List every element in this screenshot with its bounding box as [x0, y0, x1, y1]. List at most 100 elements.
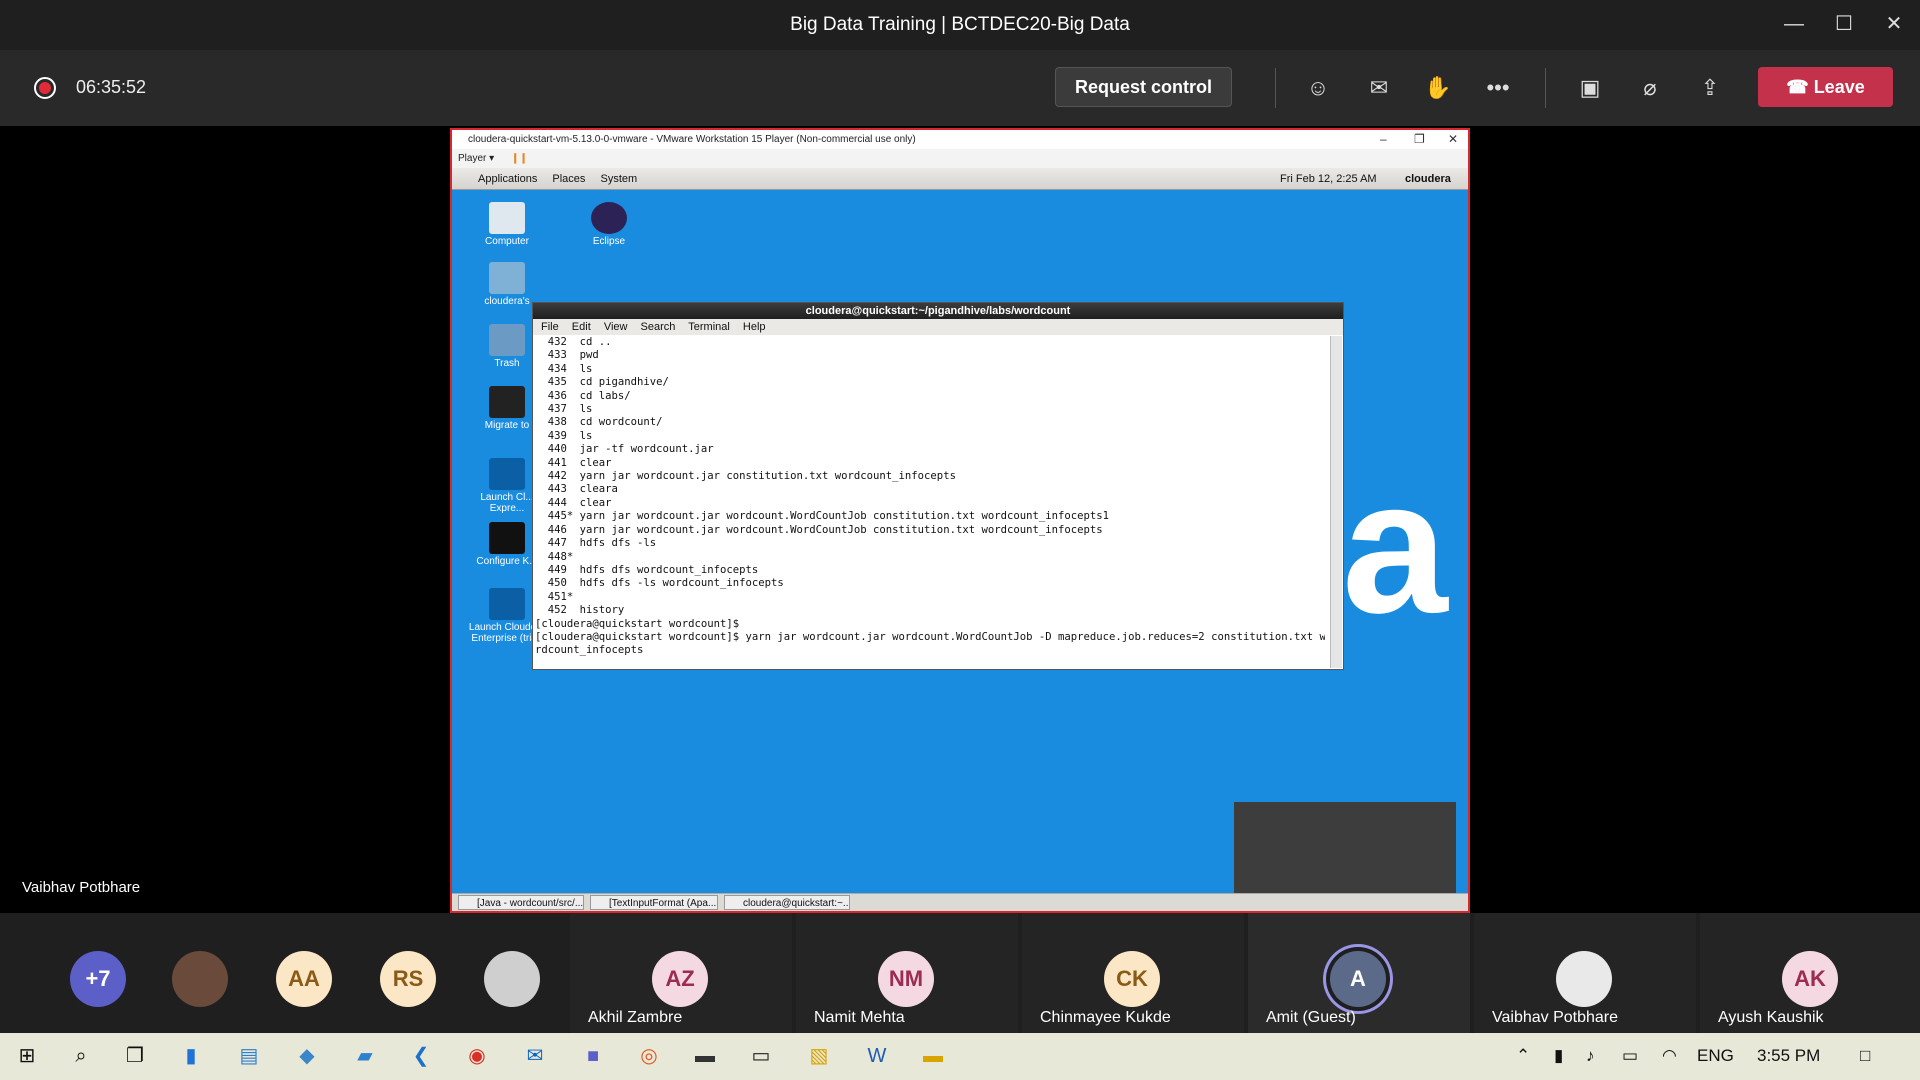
microphone-icon[interactable]: ▮ — [1554, 1046, 1563, 1066]
terminal-scrollbar[interactable] — [1330, 336, 1342, 668]
terminal-menu-help[interactable]: Help — [743, 321, 766, 333]
task-view-icon[interactable]: ❐ — [120, 1042, 150, 1070]
chat-icon[interactable]: ✉ — [1361, 72, 1397, 104]
vscode-icon[interactable]: ❮ — [406, 1042, 436, 1070]
close-icon[interactable]: ✕ — [1874, 8, 1914, 40]
gnome-panel: Applications Places System Fri Feb 12, 2… — [452, 168, 1468, 190]
vm-restore-icon[interactable]: ❐ — [1414, 130, 1425, 149]
terminal-menu-file[interactable]: File — [541, 321, 559, 333]
word-icon[interactable]: W — [862, 1042, 892, 1070]
cloudera-manager-icon — [489, 588, 525, 620]
notification-icon[interactable]: □ — [1860, 1046, 1870, 1066]
cloudera-manager-icon — [489, 458, 525, 490]
battery-icon[interactable]: ▭ — [1622, 1046, 1638, 1066]
avatar — [1556, 951, 1612, 1007]
desktop-icon-label: Launch Cl... Expre... — [480, 492, 534, 514]
desktop-icon-label: Trash — [494, 358, 520, 369]
participant-tile[interactable]: +7 — [68, 913, 128, 1033]
terminal-line: [cloudera@quickstart wordcount]$ — [535, 617, 740, 630]
terminal-menu-search[interactable]: Search — [641, 321, 676, 333]
search-icon[interactable]: ⌕ — [66, 1042, 96, 1070]
chevron-up-icon[interactable]: ⌃ — [1516, 1046, 1530, 1066]
app-icon[interactable]: ▧ — [804, 1042, 834, 1070]
guest-task-java[interactable]: [Java - wordcount/src/... — [458, 895, 584, 910]
eclipse-icon — [591, 202, 627, 234]
participant-tile[interactable]: AA — [274, 913, 334, 1033]
vm-minimize-icon[interactable]: – — [1380, 130, 1387, 149]
outlook-icon[interactable]: ✉ — [520, 1042, 550, 1070]
participant-tile[interactable]: AZ Akhil Zambre — [570, 913, 792, 1033]
lock-icon — [489, 522, 525, 554]
terminal-line: 452 history — [535, 604, 625, 617]
terminal-line: 447 hdfs dfs -ls — [535, 537, 657, 550]
guest-task-terminal[interactable]: cloudera@quickstart:~... — [724, 895, 850, 910]
terminal-menu-edit[interactable]: Edit — [572, 321, 591, 333]
terminal-output[interactable]: 432 cd .. 433 pwd 434 ls 435 cd pigandhi… — [535, 336, 1325, 668]
places-menu[interactable]: Places — [552, 173, 585, 185]
app-icon[interactable]: ◆ — [292, 1042, 322, 1070]
panel-user[interactable]: cloudera — [1405, 168, 1451, 190]
avatar — [484, 951, 540, 1007]
avatar: AA — [276, 951, 332, 1007]
teams-icon[interactable]: ■ — [578, 1042, 608, 1070]
vm-close-icon[interactable]: ✕ — [1448, 130, 1458, 149]
wifi-icon[interactable]: ◠ — [1662, 1046, 1677, 1066]
avatar: A — [1330, 951, 1386, 1007]
desktop-icon-home[interactable]: cloudera's — [462, 262, 552, 307]
leave-button[interactable]: ☎ Leave — [1758, 67, 1893, 107]
file-explorer-icon[interactable]: ▬ — [918, 1042, 948, 1070]
terminal-line: 450 hdfs dfs -ls wordcount_infocepts — [535, 577, 784, 590]
participant-tile[interactable]: RS — [378, 913, 438, 1033]
participant-tile[interactable]: AK Ayush Kaushik — [1700, 913, 1920, 1033]
terminal-line: 436 cd labs/ — [535, 389, 631, 402]
request-control-button[interactable]: Request control — [1055, 67, 1232, 107]
mic-off-icon[interactable]: ⌀ — [1632, 72, 1668, 104]
participant-tile[interactable]: A Amit (Guest) — [1248, 913, 1470, 1033]
player-menu[interactable]: Player — [458, 153, 486, 164]
applications-menu[interactable]: Applications — [478, 173, 537, 185]
desktop-icon-eclipse[interactable]: Eclipse — [564, 202, 654, 247]
meeting-control-bar: 06:35:52 Request control ☺ ✉ ✋ ••• ▣ ⌀ ⇪… — [0, 50, 1920, 126]
system-menu[interactable]: System — [600, 173, 637, 185]
terminal-window[interactable]: cloudera@quickstart:~/pigandhive/labs/wo… — [532, 302, 1344, 670]
cmd-icon[interactable]: ▭ — [746, 1042, 776, 1070]
clock[interactable]: 3:55 PM — [1757, 1046, 1820, 1066]
language-indicator[interactable]: ENG — [1697, 1046, 1734, 1066]
raise-hand-icon[interactable]: ✋ — [1420, 72, 1456, 104]
volume-icon[interactable]: ♪ — [1586, 1046, 1595, 1066]
terminal-menu-view[interactable]: View — [604, 321, 628, 333]
maximize-icon[interactable]: ☐ — [1824, 8, 1864, 40]
more-options-icon[interactable]: ••• — [1480, 72, 1516, 104]
app-icon[interactable]: ▤ — [234, 1042, 264, 1070]
phone-app-icon[interactable]: ▮ — [176, 1042, 206, 1070]
terminal-menu-terminal[interactable]: Terminal — [688, 321, 730, 333]
terminal-line: 451* — [535, 590, 574, 603]
participant-tile[interactable]: CK Chinmayee Kukde — [1022, 913, 1244, 1033]
desktop-icon-computer[interactable]: Computer — [462, 202, 552, 247]
guest-task-textinputformat[interactable]: [TextInputFormat (Apa... — [590, 895, 718, 910]
terminal-line: 437 ls — [535, 403, 593, 416]
participant-tile[interactable] — [482, 913, 542, 1033]
divider — [1275, 68, 1276, 108]
title-bar: Big Data Training | BCTDEC20-Big Data — … — [0, 0, 1920, 50]
participants-icon[interactable]: ☺ — [1300, 72, 1336, 104]
panel-clock[interactable]: Fri Feb 12, 2:25 AM — [1280, 168, 1377, 190]
participant-name: Ayush Kaushik — [1718, 1009, 1824, 1026]
terminal-line: 435 cd pigandhive/ — [535, 376, 669, 389]
terminal-line: [cloudera@quickstart wordcount]$ yarn ja… — [535, 630, 1325, 643]
terminal-app-icon[interactable]: ▬ — [690, 1042, 720, 1070]
app-icon[interactable]: ▰ — [350, 1042, 380, 1070]
vmware-toolbar: Player ▾ ❙❙ — [452, 149, 1468, 168]
ubuntu-icon[interactable]: ◎ — [634, 1042, 664, 1070]
minimize-icon[interactable]: — — [1774, 8, 1814, 40]
windows-start-icon[interactable]: ⊞ — [12, 1042, 42, 1070]
terminal-line: 439 ls — [535, 429, 593, 442]
chrome-icon[interactable]: ◉ — [462, 1042, 492, 1070]
participant-tile[interactable] — [170, 913, 230, 1033]
share-screen-icon[interactable]: ⇪ — [1692, 72, 1728, 104]
participant-tile[interactable]: NM Namit Mehta — [796, 913, 1018, 1033]
pause-icon[interactable]: ❙❙ — [511, 153, 528, 164]
participant-tile[interactable]: Vaibhav Potbhare — [1474, 913, 1696, 1033]
camera-off-icon[interactable]: ▣ — [1572, 72, 1608, 104]
trash-icon — [489, 324, 525, 356]
